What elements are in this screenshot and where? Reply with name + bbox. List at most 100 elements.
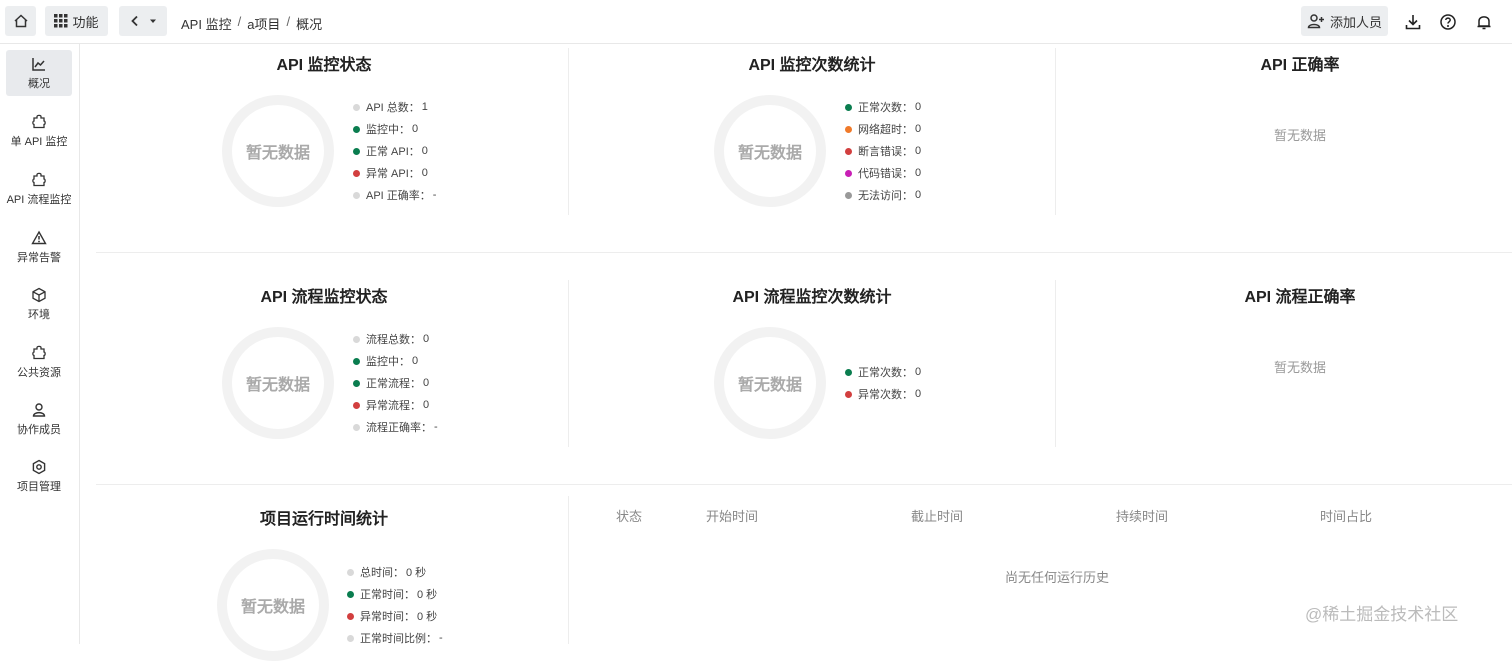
puzzle-icon [32,114,46,128]
legend-value: 0 [915,123,922,135]
warning-icon [31,230,47,244]
legend-dot [845,390,852,398]
column-header-start-time: 开始时间 [706,509,759,524]
legend-item: API 正确率： - [353,184,436,206]
chart-line-icon [32,57,45,71]
legend-dot [353,335,360,343]
legend-label: 异常次数： [858,389,913,401]
breadcrumb-item-overview: 概况 [296,17,323,32]
sidebar-item-label: 概况 [28,77,50,90]
legend-item: 正常 API： 0 [353,140,436,162]
watermark: @稀土掘金技术社区 [1305,605,1459,624]
sidebar-item-environment[interactable]: 环境 [6,281,72,327]
empty-history-text: 尚无任何运行历史 [1004,570,1109,585]
chevron-left-icon [131,15,138,27]
legend-label: 监控中： [366,356,410,368]
back-button[interactable] [119,6,167,36]
sidebar-item-label: 公共资源 [17,366,61,379]
legend-value: 0 [915,366,922,378]
sidebar-item-label: 环境 [28,308,50,321]
legend-value: 0 [915,189,922,201]
legend-item: 代码错误： 0 [845,162,921,184]
sidebar-item-single-api[interactable]: 单 API 监控 [6,108,72,154]
legend-value: 0 [423,333,430,345]
sidebar-item-shared-resources[interactable]: 公共资源 [6,339,72,385]
legend-value: 0 [412,123,419,135]
legend-dot [353,103,360,111]
top-bar: 功能 API 监控 / a项目 / 概况 添加人员 [0,0,1512,44]
legend-dot [347,590,354,598]
divider [568,280,569,447]
column-header-end-time: 截止时间 [911,509,964,524]
legend-label: 异常 API： [366,168,420,180]
legend-label: 正常次数： [858,102,913,114]
download-icon[interactable] [1403,12,1423,32]
divider [1055,48,1056,215]
legend-value: 0 [421,167,428,179]
legend-label: 网络超时： [858,124,913,136]
user-icon [32,402,46,417]
grid-icon [54,14,68,28]
legend-item: 正常次数： 0 [845,361,921,383]
legend-dot [845,169,852,177]
add-member-label: 添加人员 [1329,14,1382,30]
divider [568,496,569,644]
legend-item: 网络超时： 0 [845,118,921,140]
legend-label: 异常流程： [366,400,421,412]
legend-label: 监控中： [366,124,410,136]
column-header-status: 状态 [616,509,643,524]
home-icon [13,14,28,28]
legend-dot [845,368,852,376]
no-data-text: 暂无数据 [1273,128,1326,143]
sidebar-item-label: 单 API 监控 [10,135,68,148]
home-button[interactable] [5,6,36,36]
caret-down-icon[interactable] [149,17,157,25]
legend-dot [845,125,852,133]
sidebar-item-members[interactable]: 协作成员 [6,396,72,442]
bell-icon[interactable] [1474,12,1494,32]
legend: 总时间： 0 秒正常时间： 0 秒异常时间： 0 秒正常时间比例： - [347,561,443,649]
donut-chart: 暂无数据 [714,95,826,207]
sidebar-item-overview[interactable]: 概况 [6,50,72,96]
card-title: 项目运行时间统计 [259,511,388,528]
legend-value: - [432,189,437,201]
legend-dot [353,379,360,387]
legend-dot [347,612,354,620]
function-menu-button[interactable]: 功能 [45,6,108,36]
legend-dot [845,191,852,199]
legend-value: 0 秒 [406,567,427,579]
sidebar-item-alerts[interactable]: 异常告警 [6,224,72,270]
add-member-button[interactable]: 添加人员 [1301,6,1388,36]
card-title: API 正确率 [1260,57,1340,74]
legend-dot [353,423,360,431]
help-icon[interactable] [1438,12,1458,32]
sidebar-item-label: 异常告警 [17,251,61,264]
legend-label: 流程正确率： [366,422,432,434]
sidebar-item-label: API 流程监控 [6,193,72,206]
legend-item: 总时间： 0 秒 [347,561,443,583]
legend-label: 异常时间： [360,611,415,623]
legend-label: 正常 API： [366,146,420,158]
legend-item: 异常 API： 0 [353,162,436,184]
legend-value: 1 [421,101,428,113]
sidebar-item-flow-monitor[interactable]: API 流程监控 [6,166,72,212]
legend-item: 正常时间比例： - [347,627,443,649]
legend-value: - [439,632,443,644]
breadcrumb-item-api-monitor[interactable]: API 监控 [181,14,232,33]
breadcrumb-item-project[interactable]: a项目 [247,14,280,33]
divider [96,484,1512,485]
legend-value: 0 [421,145,428,157]
divider [96,252,1512,253]
gear-icon [32,459,46,474]
legend-value: 0 [915,101,922,113]
legend-label: 流程总数： [366,334,421,346]
cube-icon [32,287,46,302]
legend-dot [353,125,360,133]
donut-chart: 暂无数据 [222,95,334,207]
legend-value: 0 [423,377,430,389]
sidebar-item-label: 项目管理 [17,480,61,493]
legend-dot [353,191,360,199]
legend-dot [353,169,360,177]
card-title: API 监控状态 [276,57,372,74]
sidebar-item-project-settings[interactable]: 项目管理 [6,453,72,499]
